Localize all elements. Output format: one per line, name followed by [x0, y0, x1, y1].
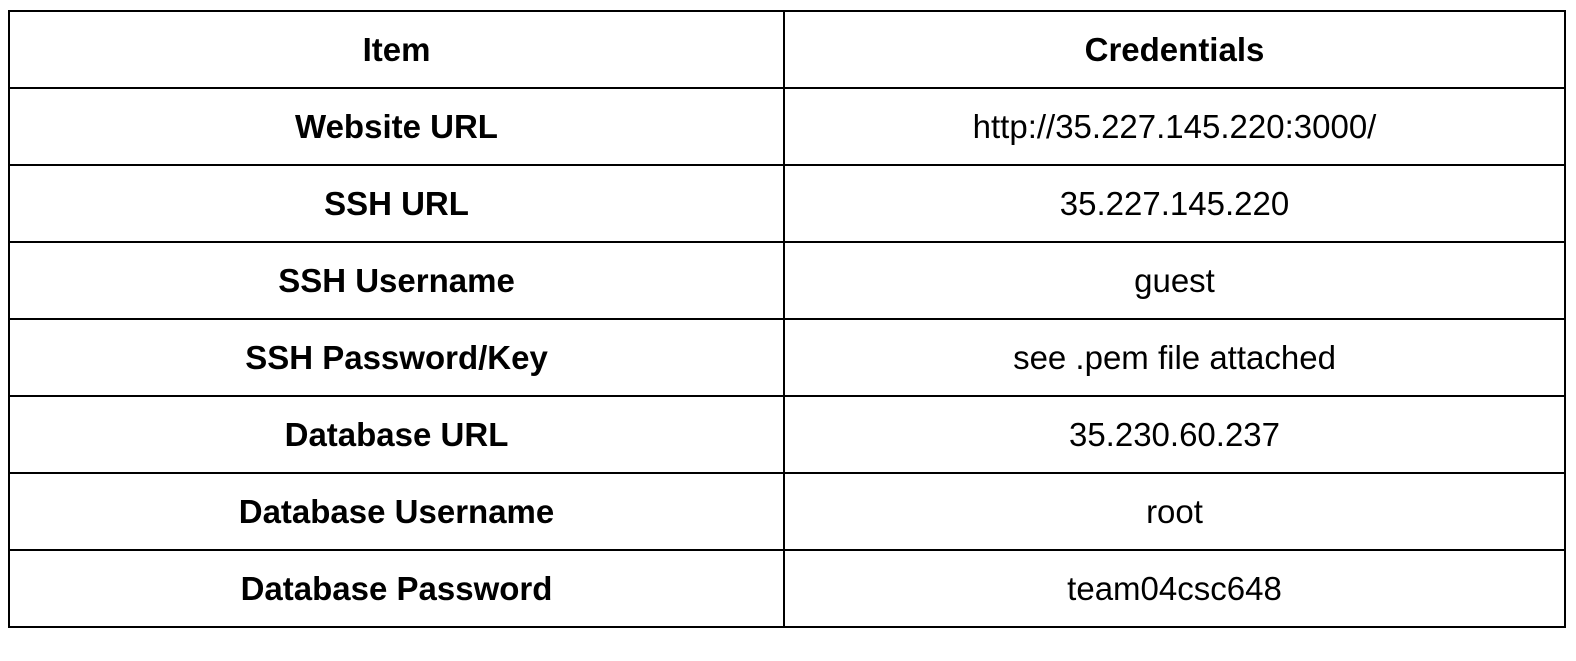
credential-value-cell: see .pem file attached: [783, 318, 1566, 397]
table-row: SSH Username guest: [8, 241, 1566, 320]
item-cell: Database URL: [8, 395, 785, 474]
header-credentials: Credentials: [783, 10, 1566, 89]
credential-value-cell: guest: [783, 241, 1566, 320]
table-header-row: Item Credentials: [8, 10, 1566, 89]
credential-value-cell: team04csc648: [783, 549, 1566, 628]
credential-value-cell: root: [783, 472, 1566, 551]
table-row: SSH Password/Key see .pem file attached: [8, 318, 1566, 397]
table-row: SSH URL 35.227.145.220: [8, 164, 1566, 243]
credential-value-cell: 35.230.60.237: [783, 395, 1566, 474]
table-row: Website URL http://35.227.145.220:3000/: [8, 87, 1566, 166]
item-cell: SSH Password/Key: [8, 318, 785, 397]
credential-value-cell: 35.227.145.220: [783, 164, 1566, 243]
credentials-table: Item Credentials Website URL http://35.2…: [8, 10, 1566, 628]
item-cell: Website URL: [8, 87, 785, 166]
header-item: Item: [8, 10, 785, 89]
item-cell: SSH Username: [8, 241, 785, 320]
item-cell: SSH URL: [8, 164, 785, 243]
table-row: Database Username root: [8, 472, 1566, 551]
item-cell: Database Username: [8, 472, 785, 551]
credential-value-cell: http://35.227.145.220:3000/: [783, 87, 1566, 166]
table-row: Database URL 35.230.60.237: [8, 395, 1566, 474]
table-row: Database Password team04csc648: [8, 549, 1566, 628]
credentials-sheet: Item Credentials Website URL http://35.2…: [8, 10, 1566, 628]
item-cell: Database Password: [8, 549, 785, 628]
